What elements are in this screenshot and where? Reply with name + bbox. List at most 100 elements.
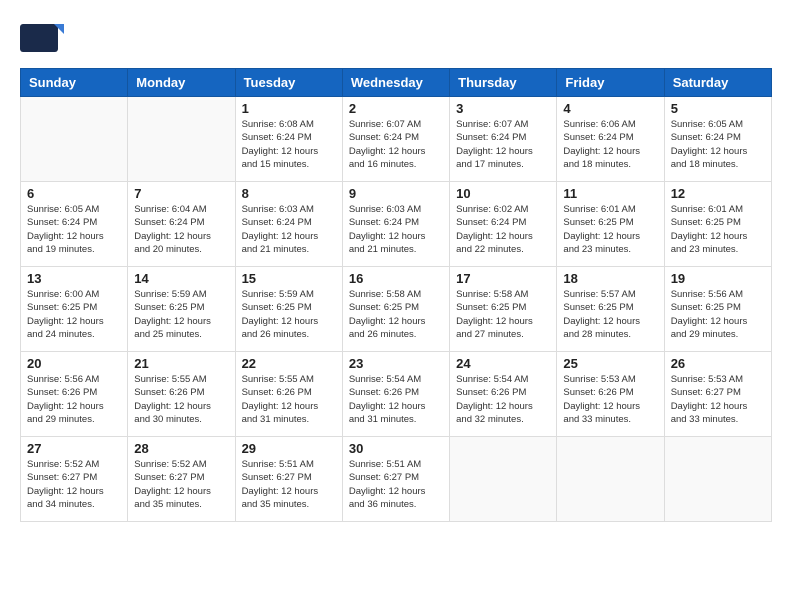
calendar-cell: 24 Sunrise: 5:54 AM Sunset: 6:26 PM Dayli… <box>450 352 557 437</box>
calendar-cell: 8Sunrise: 6:03 AM Sunset: 6:24 PM Daylig… <box>235 182 342 267</box>
day-info: Sunrise: 5:59 AM Sunset: 6:25 PM Dayligh… <box>242 288 336 341</box>
calendar-cell: 5 Sunrise: 6:05 AM Sunset: 6:24 PM Daylig… <box>664 97 771 182</box>
calendar-cell: 25Sunrise: 5:53 AM Sunset: 6:26 PM Dayli… <box>557 352 664 437</box>
day-info: Sunrise: 6:01 AM Sunset: 6:25 PM Dayligh… <box>563 203 657 256</box>
day-info: Sunrise: 5:54 AM Sunset: 6:26 PM Dayligh… <box>349 373 443 426</box>
day-info: Sunrise: 5:55 AM Sunset: 6:26 PM Dayligh… <box>242 373 336 426</box>
day-number: 15 <box>242 271 336 286</box>
calendar-header-row: SundayMondayTuesdayWednesdayThursdayFrid… <box>21 69 772 97</box>
day-info: Sunrise: 6:06 AM Sunset: 6:24 PM Dayligh… <box>563 118 657 171</box>
day-info: Sunrise: 5:54 AM Sunset: 6:26 PM Dayligh… <box>456 373 550 426</box>
day-number: 10 <box>456 186 550 201</box>
column-header-friday: Friday <box>557 69 664 97</box>
column-header-saturday: Saturday <box>664 69 771 97</box>
day-info: Sunrise: 6:05 AM Sunset: 6:24 PM Dayligh… <box>27 203 121 256</box>
calendar-cell: 29 Sunrise: 5:51 AM Sunset: 6:27 PM Dayli… <box>235 437 342 522</box>
calendar-cell <box>21 97 128 182</box>
calendar-cell: 15 Sunrise: 5:59 AM Sunset: 6:25 PM Dayli… <box>235 267 342 352</box>
calendar-cell: 4 Sunrise: 6:06 AM Sunset: 6:24 PM Daylig… <box>557 97 664 182</box>
calendar-cell: 26 Sunrise: 5:53 AM Sunset: 6:27 PM Dayli… <box>664 352 771 437</box>
day-info: Sunrise: 6:07 AM Sunset: 6:24 PM Dayligh… <box>456 118 550 171</box>
day-info: Sunrise: 5:57 AM Sunset: 6:25 PM Dayligh… <box>563 288 657 341</box>
day-number: 27 <box>27 441 121 456</box>
calendar-week-5: 27 Sunrise: 5:52 AM Sunset: 6:27 PM Dayli… <box>21 437 772 522</box>
day-info: Sunrise: 6:02 AM Sunset: 6:24 PM Dayligh… <box>456 203 550 256</box>
calendar-week-1: 1 Sunrise: 6:08 AM Sunset: 6:24 PM Daylig… <box>21 97 772 182</box>
calendar-cell: 6 Sunrise: 6:05 AM Sunset: 6:24 PM Daylig… <box>21 182 128 267</box>
calendar-cell <box>664 437 771 522</box>
calendar-cell: 18 Sunrise: 5:57 AM Sunset: 6:25 PM Dayli… <box>557 267 664 352</box>
calendar-week-4: 20 Sunrise: 5:56 AM Sunset: 6:26 PM Dayli… <box>21 352 772 437</box>
column-header-thursday: Thursday <box>450 69 557 97</box>
day-info: Sunrise: 6:00 AM Sunset: 6:25 PM Dayligh… <box>27 288 121 341</box>
column-header-sunday: Sunday <box>21 69 128 97</box>
day-info: Sunrise: 5:51 AM Sunset: 6:27 PM Dayligh… <box>349 458 443 511</box>
calendar-week-2: 6 Sunrise: 6:05 AM Sunset: 6:24 PM Daylig… <box>21 182 772 267</box>
day-number: 23 <box>349 356 443 371</box>
day-info: Sunrise: 5:51 AM Sunset: 6:27 PM Dayligh… <box>242 458 336 511</box>
day-number: 12 <box>671 186 765 201</box>
day-info: Sunrise: 5:53 AM Sunset: 6:27 PM Dayligh… <box>671 373 765 426</box>
logo-icon <box>20 20 64 58</box>
day-number: 1 <box>242 101 336 116</box>
calendar-cell: 7 Sunrise: 6:04 AM Sunset: 6:24 PM Daylig… <box>128 182 235 267</box>
day-number: 21 <box>134 356 228 371</box>
day-info: Sunrise: 6:04 AM Sunset: 6:24 PM Dayligh… <box>134 203 228 256</box>
day-number: 2 <box>349 101 443 116</box>
day-info: Sunrise: 5:58 AM Sunset: 6:25 PM Dayligh… <box>349 288 443 341</box>
calendar-cell: 17Sunrise: 5:58 AM Sunset: 6:25 PM Dayli… <box>450 267 557 352</box>
calendar-cell: 16 Sunrise: 5:58 AM Sunset: 6:25 PM Dayli… <box>342 267 449 352</box>
column-header-monday: Monday <box>128 69 235 97</box>
day-number: 26 <box>671 356 765 371</box>
day-number: 5 <box>671 101 765 116</box>
day-number: 20 <box>27 356 121 371</box>
calendar-cell: 2 Sunrise: 6:07 AM Sunset: 6:24 PM Daylig… <box>342 97 449 182</box>
calendar-cell: 23 Sunrise: 5:54 AM Sunset: 6:26 PM Dayli… <box>342 352 449 437</box>
day-info: Sunrise: 5:53 AM Sunset: 6:26 PM Dayligh… <box>563 373 657 426</box>
day-info: Sunrise: 5:55 AM Sunset: 6:26 PM Dayligh… <box>134 373 228 426</box>
day-number: 14 <box>134 271 228 286</box>
day-number: 6 <box>27 186 121 201</box>
day-info: Sunrise: 6:05 AM Sunset: 6:24 PM Dayligh… <box>671 118 765 171</box>
day-number: 3 <box>456 101 550 116</box>
calendar-cell: 11 Sunrise: 6:01 AM Sunset: 6:25 PM Dayli… <box>557 182 664 267</box>
day-number: 4 <box>563 101 657 116</box>
day-info: Sunrise: 5:52 AM Sunset: 6:27 PM Dayligh… <box>27 458 121 511</box>
day-number: 28 <box>134 441 228 456</box>
calendar-cell <box>557 437 664 522</box>
calendar-cell <box>450 437 557 522</box>
day-number: 19 <box>671 271 765 286</box>
day-info: Sunrise: 5:59 AM Sunset: 6:25 PM Dayligh… <box>134 288 228 341</box>
day-number: 29 <box>242 441 336 456</box>
day-info: Sunrise: 6:03 AM Sunset: 6:24 PM Dayligh… <box>349 203 443 256</box>
calendar-cell: 20 Sunrise: 5:56 AM Sunset: 6:26 PM Dayli… <box>21 352 128 437</box>
day-number: 30 <box>349 441 443 456</box>
day-info: Sunrise: 5:56 AM Sunset: 6:26 PM Dayligh… <box>27 373 121 426</box>
day-number: 11 <box>563 186 657 201</box>
calendar-cell: 13 Sunrise: 6:00 AM Sunset: 6:25 PM Dayli… <box>21 267 128 352</box>
day-info: Sunrise: 5:52 AM Sunset: 6:27 PM Dayligh… <box>134 458 228 511</box>
day-number: 16 <box>349 271 443 286</box>
logo <box>20 20 68 58</box>
calendar-cell: 28 Sunrise: 5:52 AM Sunset: 6:27 PM Dayli… <box>128 437 235 522</box>
day-number: 8 <box>242 186 336 201</box>
calendar-cell: 10 Sunrise: 6:02 AM Sunset: 6:24 PM Dayli… <box>450 182 557 267</box>
calendar-cell: 14 Sunrise: 5:59 AM Sunset: 6:25 PM Dayli… <box>128 267 235 352</box>
day-number: 24 <box>456 356 550 371</box>
column-header-tuesday: Tuesday <box>235 69 342 97</box>
calendar-cell: 12Sunrise: 6:01 AM Sunset: 6:25 PM Dayli… <box>664 182 771 267</box>
page-header <box>20 20 772 58</box>
calendar-cell <box>128 97 235 182</box>
day-info: Sunrise: 5:56 AM Sunset: 6:25 PM Dayligh… <box>671 288 765 341</box>
calendar-cell: 9 Sunrise: 6:03 AM Sunset: 6:24 PM Daylig… <box>342 182 449 267</box>
day-info: Sunrise: 6:08 AM Sunset: 6:24 PM Dayligh… <box>242 118 336 171</box>
calendar-cell: 21 Sunrise: 5:55 AM Sunset: 6:26 PM Dayli… <box>128 352 235 437</box>
day-number: 18 <box>563 271 657 286</box>
day-number: 13 <box>27 271 121 286</box>
day-number: 22 <box>242 356 336 371</box>
day-info: Sunrise: 6:07 AM Sunset: 6:24 PM Dayligh… <box>349 118 443 171</box>
day-number: 9 <box>349 186 443 201</box>
calendar-cell: 22 Sunrise: 5:55 AM Sunset: 6:26 PM Dayli… <box>235 352 342 437</box>
day-info: Sunrise: 5:58 AM Sunset: 6:25 PM Dayligh… <box>456 288 550 341</box>
day-number: 7 <box>134 186 228 201</box>
